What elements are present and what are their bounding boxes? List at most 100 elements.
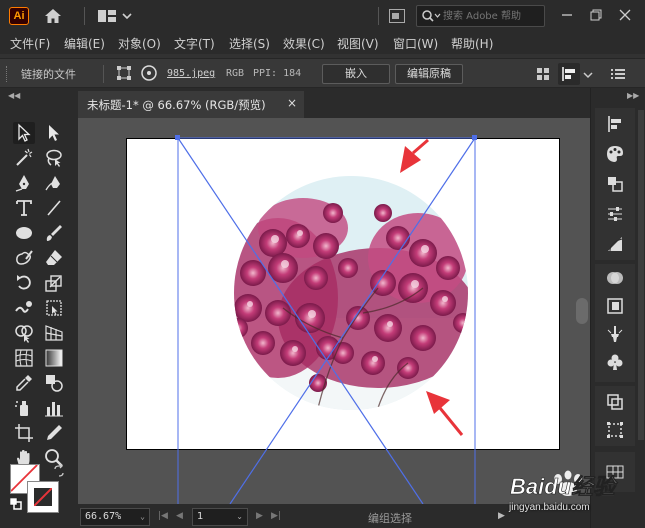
- lasso-tool-icon[interactable]: [43, 147, 65, 169]
- chevron-down-icon[interactable]: [583, 69, 593, 79]
- properties-sliders-icon[interactable]: [605, 204, 625, 224]
- menu-file[interactable]: 文件(F): [10, 35, 50, 51]
- chevron-down-icon[interactable]: [122, 9, 132, 23]
- swatches-icon[interactable]: [605, 174, 625, 194]
- restore-icon[interactable]: [585, 4, 607, 26]
- align-left-icon[interactable]: [558, 63, 580, 85]
- divider: [378, 7, 379, 25]
- slice-tool-icon[interactable]: [43, 422, 65, 444]
- menu-type[interactable]: 文字(T): [174, 35, 215, 51]
- transparency-icon[interactable]: [605, 268, 625, 288]
- divider: [103, 65, 104, 83]
- help-search-box[interactable]: [416, 5, 545, 27]
- brushes-icon[interactable]: [605, 324, 625, 344]
- ppi-value: PPI: 184: [253, 68, 302, 79]
- gradient-panel-icon[interactable]: [605, 234, 625, 254]
- eraser-tool-icon[interactable]: [43, 247, 65, 269]
- canvas-area[interactable]: [78, 118, 590, 504]
- selection-tool-icon[interactable]: [13, 122, 35, 144]
- stroke-swatch[interactable]: [27, 481, 59, 513]
- column-graph-tool-icon[interactable]: [43, 397, 65, 419]
- menu-window[interactable]: 窗口(W): [393, 35, 438, 51]
- artboard-number-value: 1: [197, 511, 204, 522]
- symbol-sprayer-tool-icon[interactable]: [13, 397, 35, 419]
- chevron-down-icon[interactable]: ⌄: [140, 509, 145, 525]
- next-artboard-icon[interactable]: ▶: [256, 511, 263, 521]
- menu-select[interactable]: 选择(S): [229, 35, 270, 51]
- type-tool-icon[interactable]: [13, 197, 35, 219]
- vertical-scrollbar-thumb[interactable]: [576, 298, 588, 324]
- annotation-arrow-top: [400, 138, 429, 173]
- scale-tool-icon[interactable]: [43, 272, 65, 294]
- close-tab-icon[interactable]: ×: [287, 96, 297, 110]
- perspective-grid-tool-icon[interactable]: [43, 322, 65, 344]
- artwork-layer[interactable]: [78, 118, 590, 504]
- layers-icon[interactable]: [605, 392, 625, 412]
- paintbrush-tool-icon[interactable]: [43, 222, 65, 244]
- workspace-layout-icon[interactable]: [97, 9, 117, 23]
- magic-wand-tool-icon[interactable]: [13, 147, 35, 169]
- linked-file-name[interactable]: 985.jpeg: [167, 68, 215, 79]
- linked-file-label[interactable]: 链接的文件: [21, 66, 76, 82]
- menu-object[interactable]: 对象(O): [118, 35, 161, 51]
- appearance-icon[interactable]: [605, 296, 625, 316]
- menu-edit[interactable]: 编辑(E): [64, 35, 105, 51]
- panel-group-2: [595, 264, 635, 382]
- title-bar: Ai: [0, 0, 645, 32]
- shaper-tool-icon[interactable]: [13, 247, 35, 269]
- menu-effect[interactable]: 效果(C): [283, 35, 325, 51]
- search-icon: [421, 9, 441, 23]
- rotate-tool-icon[interactable]: [13, 272, 35, 294]
- ellipse-tool-icon[interactable]: [13, 222, 35, 244]
- first-artboard-icon[interactable]: |◀: [158, 511, 168, 521]
- last-artboard-icon[interactable]: ▶|: [271, 511, 281, 521]
- line-segment-tool-icon[interactable]: [43, 197, 65, 219]
- grip-handle[interactable]: [6, 66, 8, 82]
- right-panel-scrollbar[interactable]: [638, 110, 644, 440]
- color-palette-icon[interactable]: [605, 144, 625, 164]
- eyedropper-tool-icon[interactable]: [13, 372, 35, 394]
- pen-tool-icon[interactable]: [13, 172, 35, 194]
- artboard-number-field[interactable]: 1 ⌄: [192, 508, 248, 526]
- magnolia-photo[interactable]: [218, 168, 478, 418]
- panel-toggle-icon[interactable]: [389, 9, 405, 23]
- embed-button[interactable]: 嵌入: [322, 64, 390, 84]
- close-icon[interactable]: [614, 4, 636, 26]
- gradient-tool-icon[interactable]: [43, 347, 65, 369]
- chevron-down-icon[interactable]: ⌄: [236, 509, 243, 525]
- free-transform-tool-icon[interactable]: [43, 297, 65, 319]
- artboards-panel-icon[interactable]: [605, 420, 625, 440]
- grid-icon[interactable]: [537, 68, 549, 80]
- minimize-icon[interactable]: [556, 4, 578, 26]
- collapse-icon[interactable]: ◀◀: [8, 91, 20, 100]
- swap-fill-stroke-icon[interactable]: [52, 463, 66, 478]
- menu-view[interactable]: 视图(V): [337, 35, 379, 51]
- direct-selection-tool-icon[interactable]: [43, 122, 65, 144]
- panel-menu-icon[interactable]: [611, 68, 625, 80]
- home-icon[interactable]: [42, 6, 64, 26]
- blend-tool-icon[interactable]: [43, 372, 65, 394]
- current-tool-status[interactable]: 编组选择: [368, 510, 412, 526]
- transform-icon[interactable]: [116, 65, 132, 81]
- mesh-tool-icon[interactable]: [13, 347, 35, 369]
- edit-original-button[interactable]: 编辑原稿: [395, 64, 463, 84]
- zoom-level-field[interactable]: 66.67% ⌄: [80, 508, 150, 526]
- control-bar: 链接的文件 985.jpeg RGB PPI: 184 嵌入 编辑原稿: [0, 58, 645, 88]
- warp-tool-icon[interactable]: [13, 297, 35, 319]
- document-title: 未标题-1* @ 66.67% (RGB/预览): [87, 98, 266, 112]
- target-icon[interactable]: [140, 64, 158, 82]
- curvature-tool-icon[interactable]: [43, 172, 65, 194]
- shape-builder-tool-icon[interactable]: [13, 322, 35, 344]
- default-colors-icon[interactable]: [9, 497, 22, 510]
- collapse-icon[interactable]: ▶▶: [627, 91, 639, 100]
- symbols-club-icon[interactable]: [605, 352, 625, 372]
- previous-artboard-icon[interactable]: ◀: [176, 511, 183, 521]
- divider: [84, 7, 85, 25]
- menu-help[interactable]: 帮助(H): [451, 35, 493, 51]
- panel-group-1: [595, 108, 635, 260]
- help-search-input[interactable]: [443, 8, 541, 24]
- document-tab[interactable]: 未标题-1* @ 66.67% (RGB/预览) ×: [78, 91, 304, 118]
- align-panel-icon[interactable]: [605, 114, 625, 134]
- artboard-tool-icon[interactable]: [13, 422, 35, 444]
- baidu-watermark: Baidu经验: [510, 470, 618, 499]
